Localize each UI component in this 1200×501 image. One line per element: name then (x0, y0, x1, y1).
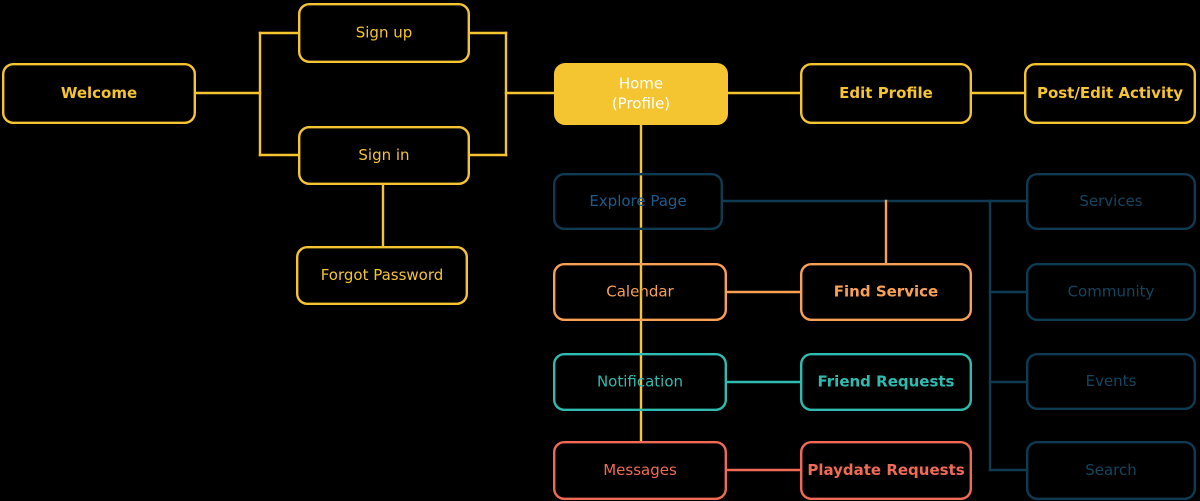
node-search[interactable]: Search (1025, 441, 1196, 501)
node-find-service[interactable]: Find Service (800, 263, 973, 322)
node-signin[interactable]: Sign in (298, 125, 471, 185)
node-label-community: Community (1068, 283, 1155, 301)
node-playdate-requests[interactable]: Playdate Requests (800, 441, 973, 501)
node-post-edit-activity[interactable]: Post/Edit Activity (1023, 62, 1196, 124)
node-events[interactable]: Events (1025, 353, 1196, 411)
node-label-welcome: Welcome (61, 84, 137, 102)
node-friend-requests[interactable]: Friend Requests (800, 353, 973, 412)
node-label-find-service: Find Service (834, 283, 938, 301)
node-label-services: Services (1079, 192, 1142, 210)
node-community[interactable]: Community (1025, 263, 1196, 322)
node-label-notification: Notification (597, 373, 683, 391)
flow-diagram-canvas: Welcome Sign up Sign in Forgot Password Home… (0, 0, 1200, 501)
node-label-search: Search (1085, 461, 1137, 479)
sitemap-flowchart: Welcome Sign up Sign in Forgot Password Home… (2, 2, 1196, 501)
node-signup[interactable]: Sign up (298, 2, 471, 63)
node-label-signin: Sign in (358, 146, 409, 164)
node-messages[interactable]: Messages (553, 441, 728, 501)
node-label-home-profile: Home (619, 75, 663, 93)
node-label-calendar: Calendar (606, 283, 674, 301)
node-label-events: Events (1086, 372, 1137, 390)
node-services[interactable]: Services (1025, 172, 1196, 230)
node-label-explore-page: Explore Page (589, 192, 686, 210)
node-layer: Welcome Sign up Sign in Forgot Password Home… (2, 2, 1196, 501)
node-label-friend-requests: Friend Requests (818, 373, 955, 391)
node-edit-profile[interactable]: Edit Profile (800, 62, 973, 124)
node-label-playdate-requests: Playdate Requests (807, 461, 964, 479)
node-label-post-edit-activity: Post/Edit Activity (1037, 84, 1183, 102)
node-explore-page[interactable]: Explore Page (553, 172, 724, 230)
node-label-signup: Sign up (356, 24, 413, 42)
node-label-forgot-password: Forgot Password (321, 266, 444, 284)
node-label-home-profile: (Profile) (612, 95, 670, 113)
node-label-messages: Messages (603, 461, 677, 479)
node-forgot-password[interactable]: Forgot Password (296, 245, 469, 305)
node-label-edit-profile: Edit Profile (839, 84, 933, 102)
node-home-profile[interactable]: Home (Profile) (554, 62, 729, 125)
node-welcome[interactable]: Welcome (2, 62, 197, 124)
